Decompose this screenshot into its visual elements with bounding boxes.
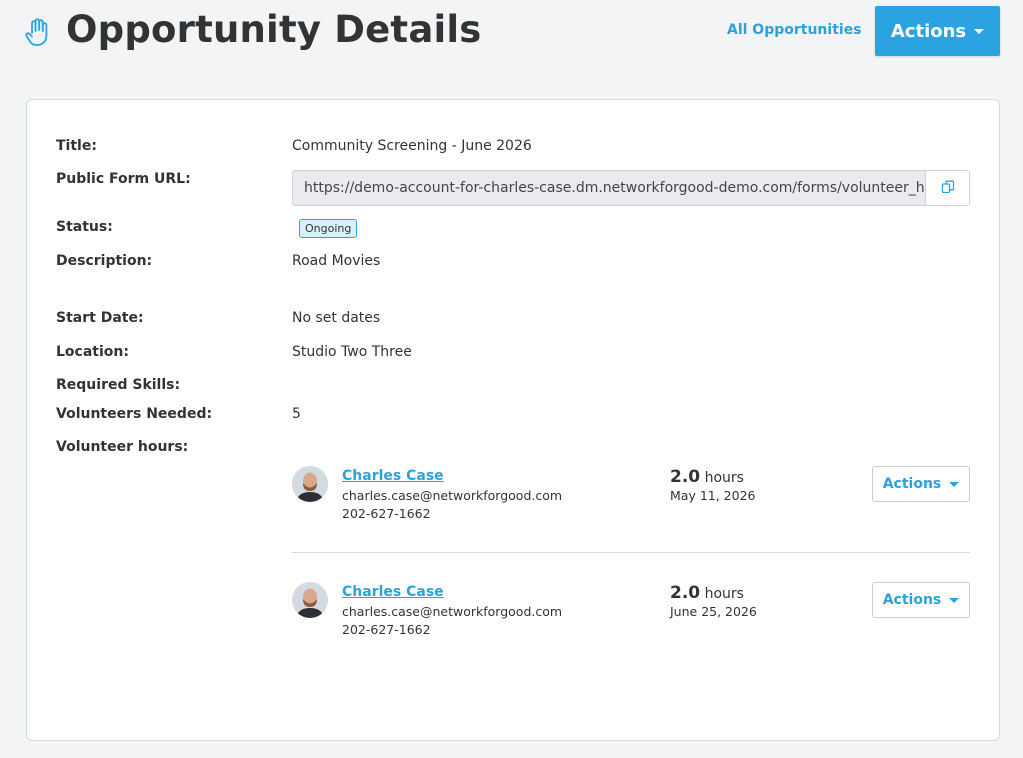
actions-button[interactable]: Actions xyxy=(875,6,1000,56)
volunteer-name-link[interactable]: Charles Case xyxy=(342,468,444,484)
volunteer-email: charles.case@networkforgood.com xyxy=(342,604,563,619)
hours-number: 2.0 xyxy=(670,583,701,603)
volunteers-needed-label: Volunteers Needed: xyxy=(56,406,213,422)
hand-icon xyxy=(24,17,52,47)
avatar xyxy=(292,466,328,502)
public-form-url-field[interactable]: https://demo-account-for-charles-case.dm… xyxy=(292,170,926,206)
entry-actions-button[interactable]: Actions xyxy=(872,466,970,502)
volunteer-name-link[interactable]: Charles Case xyxy=(342,584,444,600)
hours-unit: hours xyxy=(704,586,744,602)
page-header: Opportunity Details All Opportunities Ac… xyxy=(0,0,1023,70)
hours-number: 2.0 xyxy=(670,467,701,487)
status-badge: Ongoing xyxy=(299,219,358,238)
all-opportunities-link[interactable]: All Opportunities xyxy=(727,22,862,38)
copy-icon xyxy=(941,180,955,197)
hours-amount: 2.0 hours xyxy=(670,583,744,603)
location-label: Location: xyxy=(56,344,129,360)
page-title: Opportunity Details xyxy=(66,8,482,51)
start-date-value: No set dates xyxy=(292,310,381,326)
location-value: Studio Two Three xyxy=(292,344,412,360)
hours-date: June 25, 2026 xyxy=(670,604,757,619)
actions-button-label: Actions xyxy=(890,20,967,42)
volunteer-phone: 202-627-1662 xyxy=(342,622,431,637)
volunteer-email: charles.case@networkforgood.com xyxy=(342,488,563,503)
status-label: Status: xyxy=(56,219,113,235)
opportunity-details-card: Title: Community Screening - June 2026 P… xyxy=(26,99,1000,741)
copy-url-button[interactable] xyxy=(925,170,970,206)
entry-divider xyxy=(292,552,970,553)
volunteers-needed-value: 5 xyxy=(292,406,301,422)
volunteer-hours-label: Volunteer hours: xyxy=(56,439,189,455)
description-label: Description: xyxy=(56,253,153,269)
public-form-url-label: Public Form URL: xyxy=(56,171,191,187)
avatar xyxy=(292,582,328,618)
hours-date: May 11, 2026 xyxy=(670,488,756,503)
volunteer-hours-entry: Charles Case charles.case@networkforgood… xyxy=(292,466,970,536)
caret-down-icon xyxy=(949,597,960,603)
volunteer-hours-entry: Charles Case charles.case@networkforgood… xyxy=(292,582,970,652)
entry-actions-label: Actions xyxy=(882,476,942,492)
hours-unit: hours xyxy=(704,470,744,486)
caret-down-icon xyxy=(974,28,985,34)
hours-amount: 2.0 hours xyxy=(670,467,744,487)
entry-actions-button[interactable]: Actions xyxy=(872,582,970,618)
entry-actions-label: Actions xyxy=(882,592,942,608)
caret-down-icon xyxy=(949,481,960,487)
required-skills-label: Required Skills: xyxy=(56,377,181,393)
description-value: Road Movies xyxy=(292,253,381,269)
title-label: Title: xyxy=(56,138,97,154)
start-date-label: Start Date: xyxy=(56,310,144,326)
title-value: Community Screening - June 2026 xyxy=(292,138,532,154)
volunteer-phone: 202-627-1662 xyxy=(342,506,431,521)
